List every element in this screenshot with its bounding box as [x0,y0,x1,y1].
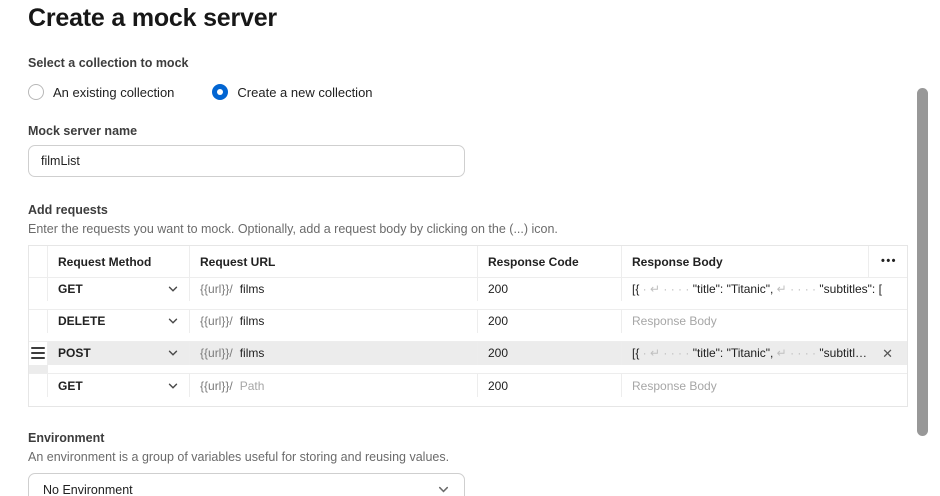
chevron-down-icon [167,347,179,359]
url-input[interactable]: {{url}}/ Path [190,374,478,397]
environment-select[interactable]: No Environment [28,473,465,496]
radio-existing-collection[interactable]: An existing collection [28,84,174,100]
url-prefix: {{url}}/ [200,379,233,393]
remove-row-icon[interactable]: ✕ [872,347,897,360]
table-row: GET {{url}}/ Path 200 Response Body [29,374,907,406]
row-actions-cell [29,333,48,342]
chevron-down-icon [167,380,179,392]
response-body-placeholder: Response Body [632,314,897,328]
row-actions-cell [29,397,48,406]
table-row-hovered: POST {{url}}/ films 200 [{ · ↵ · · · · "… [29,342,907,374]
whitespace-glyphs: ↵ · · · · [773,282,819,296]
method-value: GET [58,379,83,393]
method-dropdown[interactable]: DELETE [48,310,190,333]
radio-new-collection-label: Create a new collection [237,85,372,100]
row-actions-cell [29,301,48,310]
chevron-down-icon [167,315,179,327]
header-drag-column [29,246,48,277]
response-code-input[interactable]: 200 [478,310,622,333]
method-value: POST [58,346,91,360]
url-input[interactable]: {{url}}/ films [190,342,478,365]
drag-handle-cell [29,342,48,365]
environment-helper: An environment is a group of variables u… [28,450,912,464]
response-body-input[interactable]: Response Body [622,310,907,333]
response-code-input[interactable]: 200 [478,342,622,365]
row-actions-cell [29,365,48,374]
radio-existing-collection-label: An existing collection [53,85,174,100]
url-value: films [240,314,265,328]
header-response-body: Response Body [622,246,869,277]
response-body-text: [{ · ↵ · · · · "title": "Titanic", ↵ · ·… [632,282,897,296]
environment-selected-value: No Environment [43,483,133,496]
requests-table: Request Method Request URL Response Code… [28,245,908,407]
response-body-input[interactable]: [{ · ↵ · · · · "title": "Titanic", ↵ · ·… [622,342,907,365]
drag-handle-icon[interactable] [31,347,45,359]
collection-radio-group: An existing collection Create a new coll… [28,83,912,101]
radio-new-collection[interactable]: Create a new collection [212,84,372,100]
url-prefix: {{url}}/ [200,282,233,296]
url-input[interactable]: {{url}}/ films [190,278,478,301]
mock-server-name-input[interactable] [28,145,465,177]
select-collection-label: Select a collection to mock [28,56,912,70]
response-code-input[interactable]: 200 [478,278,622,301]
table-header-row: Request Method Request URL Response Code… [29,246,907,278]
url-prefix: {{url}}/ [200,314,233,328]
table-row: DELETE {{url}}/ films 200 Response Body [29,310,907,342]
table-row: GET {{url}}/ films 200 [{ · ↵ · · · · "t… [29,278,907,310]
create-mock-server-page: Create a mock server Select a collection… [0,0,912,496]
vertical-scrollbar-thumb[interactable] [917,88,928,436]
mock-server-name-label: Mock server name [28,124,912,138]
url-placeholder: Path [240,379,265,393]
method-value: DELETE [58,314,105,328]
url-value: films [240,282,265,296]
radio-selected-icon[interactable] [212,84,228,100]
add-requests-label: Add requests [28,203,912,217]
method-dropdown[interactable]: POST [48,342,190,365]
add-requests-helper: Enter the requests you want to mock. Opt… [28,222,912,236]
header-request-method: Request Method [48,246,190,277]
drag-handle-cell [29,374,48,397]
method-dropdown[interactable]: GET [48,374,190,397]
whitespace-glyphs: ↵ · · · · [773,346,819,360]
url-value: films [240,346,265,360]
whitespace-glyphs: · ↵ · · · · [639,346,692,360]
method-dropdown[interactable]: GET [48,278,190,301]
table-options-button[interactable]: ••• [869,246,907,277]
drag-handle-cell [29,310,48,333]
method-value: GET [58,282,83,296]
response-body-placeholder: Response Body [632,379,897,393]
whitespace-glyphs: · ↵ · · · · [639,282,692,296]
response-code-input[interactable]: 200 [478,374,622,397]
response-body-input[interactable]: [{ · ↵ · · · · "title": "Titanic", ↵ · ·… [622,278,907,301]
ellipsis-menu-icon[interactable]: ••• [879,256,897,267]
chevron-down-icon [167,283,179,295]
url-input[interactable]: {{url}}/ films [190,310,478,333]
chevron-down-icon [437,483,450,496]
page-title: Create a mock server [28,4,912,33]
url-prefix: {{url}}/ [200,346,233,360]
response-body-text: [{ · ↵ · · · · "title": "Titanic", ↵ · ·… [632,346,872,360]
header-response-code: Response Code [478,246,622,277]
drag-handle-cell [29,278,48,301]
environment-label: Environment [28,431,912,445]
radio-unselected-icon[interactable] [28,84,44,100]
header-request-url: Request URL [190,246,478,277]
response-body-input[interactable]: Response Body [622,374,907,397]
